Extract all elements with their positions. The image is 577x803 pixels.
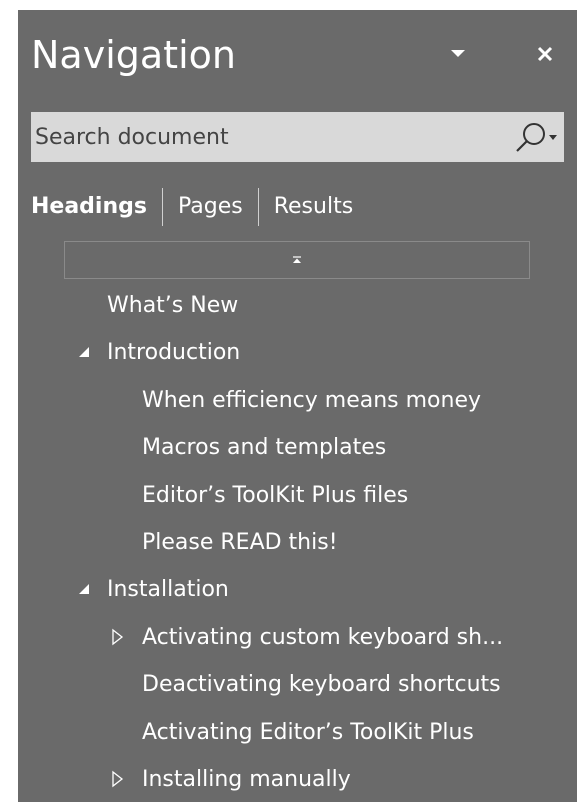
tab-pages[interactable]: Pages [178,188,243,226]
heading-label: Editor’s ToolKit Plus files [142,482,409,508]
tab-divider [257,188,259,226]
collapse-up-icon [293,256,301,263]
expand-toggle[interactable] [107,627,127,647]
heading-label: Installing manually [142,766,351,792]
heading-item-efficiency[interactable]: When efficiency means money [0,377,577,424]
heading-label: Please READ this! [142,529,338,555]
triangle-collapsed-icon [112,628,124,646]
tab-headings[interactable]: Headings [31,188,147,226]
collapse-all-button[interactable] [64,241,530,279]
heading-item-whats-new[interactable]: What’s New [0,282,577,329]
tab-divider [161,188,163,226]
heading-item-please-read[interactable]: Please READ this! [0,519,577,566]
heading-label: Introduction [107,340,241,366]
heading-item-installation[interactable]: Installation [0,566,577,613]
triangle-expanded-icon [79,347,89,358]
heading-label: Activating custom keyboard sh... [142,624,504,650]
heading-item-macros[interactable]: Macros and templates [0,424,577,471]
heading-item-introduction[interactable]: Introduction [0,329,577,376]
heading-label: Installation [107,577,229,603]
expand-toggle[interactable] [74,579,94,599]
heading-label: Macros and templates [142,435,387,461]
chevron-down-icon [451,50,465,57]
navigation-pane: Navigation Headings Pages Results [0,0,577,802]
tab-results[interactable]: Results [274,188,353,226]
view-tabs: Headings Pages Results [31,188,353,226]
heading-item-deactivating-shortcuts[interactable]: Deactivating keyboard shortcuts [0,661,577,708]
heading-item-activating-toolkit[interactable]: Activating Editor’s ToolKit Plus [0,709,577,756]
heading-label: Deactivating keyboard shortcuts [142,672,501,698]
expand-toggle[interactable] [74,342,94,362]
heading-item-installing-manually[interactable]: Installing manually [0,756,577,803]
search-box [31,112,564,162]
close-button[interactable] [527,36,563,72]
search-icon [516,123,557,152]
close-icon [537,46,553,62]
search-button[interactable] [509,120,561,154]
expand-toggle[interactable] [107,769,127,789]
search-input[interactable] [31,112,491,162]
triangle-expanded-icon [79,584,89,595]
heading-item-toolkit-files[interactable]: Editor’s ToolKit Plus files [0,472,577,519]
heading-label: Activating Editor’s ToolKit Plus [142,719,474,745]
heading-item-activating-shortcuts[interactable]: Activating custom keyboard sh... [0,614,577,661]
headings-tree: What’s New Introduction When efficiency … [0,282,577,803]
heading-label: What’s New [107,293,239,318]
pane-options-button[interactable] [440,36,476,72]
heading-label: When efficiency means money [142,387,482,413]
triangle-collapsed-icon [112,770,124,788]
pane-title: Navigation [31,33,236,77]
